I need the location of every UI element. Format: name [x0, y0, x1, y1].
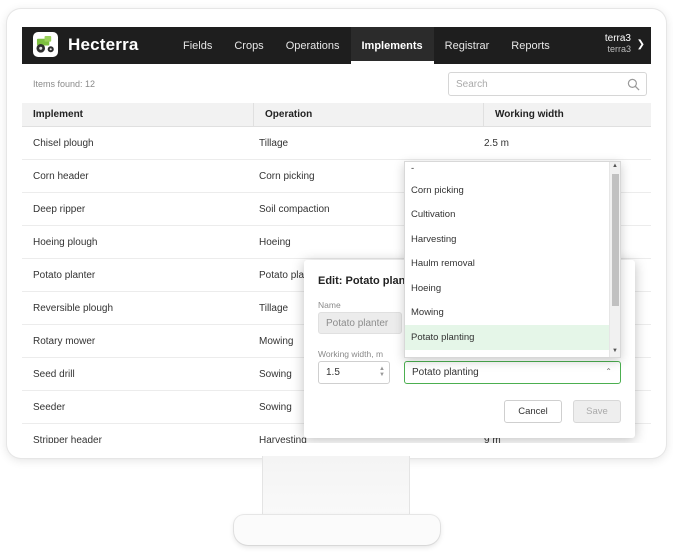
scroll-up-icon[interactable]: ▲ — [612, 163, 618, 169]
scrollbar-thumb[interactable] — [612, 174, 619, 306]
dropdown-option[interactable]: Hoeing — [405, 276, 620, 301]
cell-implement: Reversible plough — [33, 302, 114, 314]
cell-implement: Hoeing plough — [33, 236, 98, 248]
dropdown-option-selected[interactable]: Potato planting — [405, 325, 620, 350]
search-icon[interactable] — [627, 78, 640, 91]
column-header-working-width[interactable]: Working width — [484, 103, 651, 126]
working-width-value: 1.5 — [326, 367, 340, 378]
cell-implement: Rotary mower — [33, 335, 96, 347]
working-width-label: Working width, m — [318, 349, 384, 359]
operation-select[interactable]: Potato planting ⌃ — [404, 361, 621, 384]
app-name: Hecterra — [68, 35, 139, 54]
scroll-down-icon[interactable]: ▼ — [612, 348, 618, 354]
column-header-operation[interactable]: Operation — [254, 103, 484, 126]
top-navigation-bar: Hecterra Fields Crops Operations Impleme… — [22, 27, 651, 64]
chevron-down-icon[interactable]: ❯ — [637, 39, 645, 50]
name-label: Name — [318, 300, 341, 310]
operation-select-value: Potato planting — [412, 367, 479, 378]
stepper-arrows-icon[interactable]: ▲ ▼ — [379, 366, 385, 378]
items-found-count: Items found: 12 — [33, 79, 96, 89]
cancel-button[interactable]: Cancel — [504, 400, 562, 423]
dropdown-scrollbar[interactable]: ▲ ▼ — [609, 162, 620, 357]
column-header-implement[interactable]: Implement — [22, 103, 254, 126]
user-menu[interactable]: terra3 terra3 — [605, 33, 631, 55]
monitor-stand — [262, 456, 410, 524]
chevron-up-icon[interactable]: ⌃ — [605, 367, 612, 376]
dropdown-option[interactable]: Mowing — [405, 301, 620, 326]
cell-implement: Chisel plough — [33, 137, 94, 149]
cell-implement: Stripper header — [33, 434, 102, 444]
dropdown-option[interactable]: Haulm removal — [405, 252, 620, 277]
name-field: Potato planter — [318, 312, 402, 334]
cell-implement: Corn header — [33, 170, 89, 182]
search-input[interactable] — [449, 73, 614, 95]
app-screen: Hecterra Fields Crops Operations Impleme… — [22, 27, 651, 443]
search-box — [448, 72, 647, 96]
nav-registrar[interactable]: Registrar — [434, 27, 501, 64]
user-account: terra3 — [607, 44, 631, 54]
save-button[interactable]: Save — [573, 400, 621, 423]
cell-implement: Seeder — [33, 401, 66, 413]
table-header: Implement Operation Working width — [22, 103, 651, 127]
main-nav: Fields Crops Operations Implements Regis… — [172, 27, 561, 64]
nav-crops[interactable]: Crops — [223, 27, 274, 64]
dropdown-option[interactable]: Cultivation — [405, 203, 620, 228]
cell-implement: Deep ripper — [33, 203, 86, 215]
operation-dropdown-list: - Corn picking Cultivation Harvesting Ha… — [404, 161, 621, 358]
dropdown-option[interactable]: - — [405, 162, 620, 178]
user-name: terra3 — [604, 33, 631, 44]
cell-implement: Seed drill — [33, 368, 75, 380]
cell-implement: Potato planter — [33, 269, 96, 281]
nav-implements[interactable]: Implements — [350, 27, 434, 64]
table-row[interactable]: Chisel plough Tillage 2.5 m — [22, 127, 651, 160]
dropdown-option[interactable]: Harvesting — [405, 227, 620, 252]
nav-operations[interactable]: Operations — [275, 27, 351, 64]
nav-reports[interactable]: Reports — [500, 27, 561, 64]
cell-operation: Tillage — [259, 137, 289, 149]
cell-working-width: 2.5 m — [484, 137, 510, 149]
dropdown-option[interactable]: Corn picking — [405, 178, 620, 203]
tractor-logo-icon[interactable] — [33, 32, 58, 57]
nav-fields[interactable]: Fields — [172, 27, 223, 64]
working-width-input[interactable]: 1.5 ▲ ▼ — [318, 361, 390, 384]
monitor-base — [234, 515, 440, 545]
